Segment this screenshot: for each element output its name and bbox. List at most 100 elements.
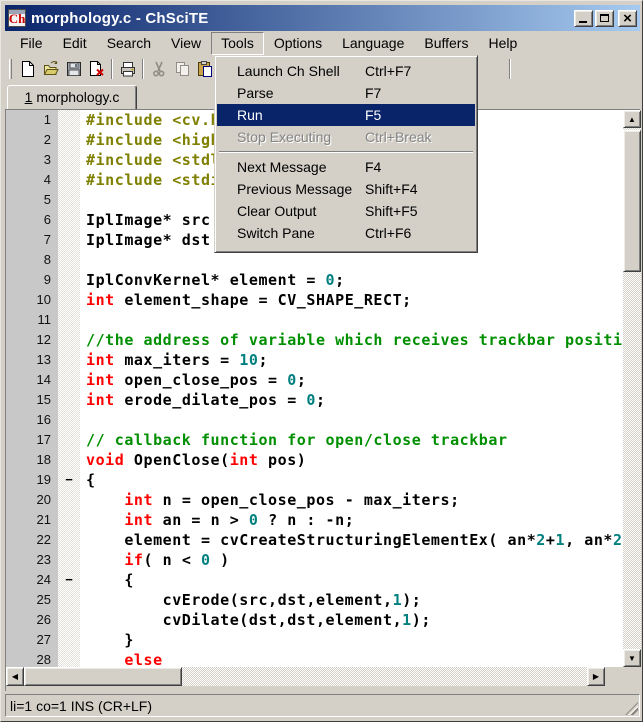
menu-item-next-message[interactable]: Next Message F4 bbox=[217, 156, 475, 178]
menu-item-launch-ch-shell[interactable]: Launch Ch Shell Ctrl+F7 bbox=[217, 60, 475, 82]
code-text[interactable]: //the address of variable which receives… bbox=[80, 330, 623, 350]
code-text[interactable]: else bbox=[80, 650, 623, 667]
code-text[interactable]: { bbox=[80, 470, 623, 490]
code-line[interactable]: 10 int element_shape = CV_SHAPE_RECT; bbox=[6, 290, 623, 310]
code-line[interactable]: 28 else bbox=[6, 650, 623, 667]
paste-icon[interactable] bbox=[193, 58, 216, 80]
menu-item-run[interactable]: Run F5 bbox=[217, 104, 475, 126]
code-line[interactable]: 14 int open_close_pos = 0; bbox=[6, 370, 623, 390]
line-number[interactable]: 2 bbox=[6, 130, 58, 150]
menu-options[interactable]: Options bbox=[264, 32, 332, 55]
resize-grip[interactable] bbox=[625, 702, 638, 715]
code-text[interactable]: } bbox=[80, 630, 623, 650]
line-number[interactable]: 10 bbox=[6, 290, 58, 310]
menu-language[interactable]: Language bbox=[332, 32, 414, 55]
menu-item-previous-message[interactable]: Previous Message Shift+F4 bbox=[217, 178, 475, 200]
code-text[interactable]: if( n < 0 ) bbox=[80, 550, 623, 570]
code-line[interactable]: 13 int max_iters = 10; bbox=[6, 350, 623, 370]
minimize-button[interactable] bbox=[574, 9, 593, 27]
code-text[interactable]: cvDilate(dst,dst,element,1); bbox=[80, 610, 623, 630]
line-number[interactable]: 24 bbox=[6, 570, 58, 590]
line-number[interactable]: 20 bbox=[6, 490, 58, 510]
code-text[interactable]: // callback function for open/close trac… bbox=[80, 430, 623, 450]
scroll-up-button[interactable]: ▲ bbox=[623, 110, 641, 128]
line-number[interactable]: 3 bbox=[6, 150, 58, 170]
line-number[interactable]: 21 bbox=[6, 510, 58, 530]
menu-item-clear-output[interactable]: Clear Output Shift+F5 bbox=[217, 200, 475, 222]
menu-tools[interactable]: Tools bbox=[211, 31, 264, 55]
horizontal-scroll-track[interactable] bbox=[24, 667, 587, 686]
code-line[interactable]: 15 int erode_dilate_pos = 0; bbox=[6, 390, 623, 410]
copy-icon[interactable] bbox=[170, 58, 193, 80]
code-text[interactable] bbox=[80, 250, 623, 270]
code-text[interactable]: element = cvCreateStructuringElementEx( … bbox=[80, 530, 623, 550]
code-text[interactable] bbox=[80, 310, 623, 330]
new-document-icon[interactable] bbox=[16, 58, 39, 80]
code-text[interactable]: int element_shape = CV_SHAPE_RECT; bbox=[80, 290, 623, 310]
ch-app-icon[interactable]: Ch bbox=[8, 9, 26, 27]
code-line[interactable]: 27 } bbox=[6, 630, 623, 650]
line-number[interactable]: 6 bbox=[6, 210, 58, 230]
code-line[interactable]: 24− { bbox=[6, 570, 623, 590]
menu-buffers[interactable]: Buffers bbox=[414, 32, 478, 55]
line-number[interactable]: 15 bbox=[6, 390, 58, 410]
vertical-scroll-thumb[interactable] bbox=[623, 130, 641, 272]
print-icon[interactable] bbox=[116, 58, 139, 80]
code-line[interactable]: 11 bbox=[6, 310, 623, 330]
menu-file[interactable]: File bbox=[10, 32, 53, 55]
line-number[interactable]: 5 bbox=[6, 190, 58, 210]
line-number[interactable]: 12 bbox=[6, 330, 58, 350]
line-number[interactable]: 17 bbox=[6, 430, 58, 450]
code-line[interactable]: 9 IplConvKernel* element = 0; bbox=[6, 270, 623, 290]
scroll-right-button[interactable]: ▶ bbox=[587, 667, 605, 686]
line-number[interactable]: 4 bbox=[6, 170, 58, 190]
line-number[interactable]: 14 bbox=[6, 370, 58, 390]
code-line[interactable]: 21 int an = n > 0 ? n : -n; bbox=[6, 510, 623, 530]
code-line[interactable]: 25 cvErode(src,dst,element,1); bbox=[6, 590, 623, 610]
close-file-icon[interactable] bbox=[85, 58, 108, 80]
title-bar[interactable]: Ch morphology.c - ChSciTE × bbox=[5, 5, 640, 31]
horizontal-scrollbar[interactable]: ◀ ▶ bbox=[6, 667, 623, 686]
scroll-down-button[interactable]: ▼ bbox=[623, 649, 641, 667]
line-number[interactable]: 22 bbox=[6, 530, 58, 550]
menu-edit[interactable]: Edit bbox=[53, 32, 97, 55]
line-number[interactable]: 11 bbox=[6, 310, 58, 330]
menu-view[interactable]: View bbox=[161, 32, 211, 55]
scroll-left-button[interactable]: ◀ bbox=[6, 667, 24, 686]
code-text[interactable]: IplConvKernel* element = 0; bbox=[80, 270, 623, 290]
menu-search[interactable]: Search bbox=[97, 32, 161, 55]
code-line[interactable]: 19−{ bbox=[6, 470, 623, 490]
code-text[interactable]: void OpenClose(int pos) bbox=[80, 450, 623, 470]
toolbar-grip[interactable] bbox=[9, 59, 12, 79]
code-text[interactable]: cvErode(src,dst,element,1); bbox=[80, 590, 623, 610]
fold-marker-icon[interactable]: − bbox=[58, 470, 80, 490]
line-number[interactable]: 1 bbox=[6, 110, 58, 130]
line-number[interactable]: 16 bbox=[6, 410, 58, 430]
save-file-icon[interactable] bbox=[62, 58, 85, 80]
close-button[interactable]: × bbox=[618, 9, 637, 27]
line-number[interactable]: 8 bbox=[6, 250, 58, 270]
code-line[interactable]: 23 if( n < 0 ) bbox=[6, 550, 623, 570]
code-line[interactable]: 20 int n = open_close_pos - max_iters; bbox=[6, 490, 623, 510]
code-line[interactable]: 26 cvDilate(dst,dst,element,1); bbox=[6, 610, 623, 630]
vertical-scroll-track[interactable] bbox=[623, 128, 641, 649]
fold-marker-icon[interactable]: − bbox=[58, 570, 80, 590]
code-text[interactable]: int open_close_pos = 0; bbox=[80, 370, 623, 390]
line-number[interactable]: 9 bbox=[6, 270, 58, 290]
line-number[interactable]: 27 bbox=[6, 630, 58, 650]
code-line[interactable]: 22 element = cvCreateStructuringElementE… bbox=[6, 530, 623, 550]
line-number[interactable]: 25 bbox=[6, 590, 58, 610]
code-line[interactable]: 8 bbox=[6, 250, 623, 270]
code-line[interactable]: 12 //the address of variable which receiv… bbox=[6, 330, 623, 350]
code-text[interactable]: int erode_dilate_pos = 0; bbox=[80, 390, 623, 410]
code-line[interactable]: 16 bbox=[6, 410, 623, 430]
menu-item-parse[interactable]: Parse F7 bbox=[217, 82, 475, 104]
line-number[interactable]: 7 bbox=[6, 230, 58, 250]
vertical-scrollbar[interactable]: ▲ ▼ bbox=[623, 110, 641, 667]
line-number[interactable]: 19 bbox=[6, 470, 58, 490]
open-file-icon[interactable] bbox=[39, 58, 62, 80]
code-line[interactable]: 18 void OpenClose(int pos) bbox=[6, 450, 623, 470]
code-text[interactable]: int max_iters = 10; bbox=[80, 350, 623, 370]
horizontal-scroll-thumb[interactable] bbox=[24, 667, 182, 686]
menu-item-switch-pane[interactable]: Switch Pane Ctrl+F6 bbox=[217, 222, 475, 244]
